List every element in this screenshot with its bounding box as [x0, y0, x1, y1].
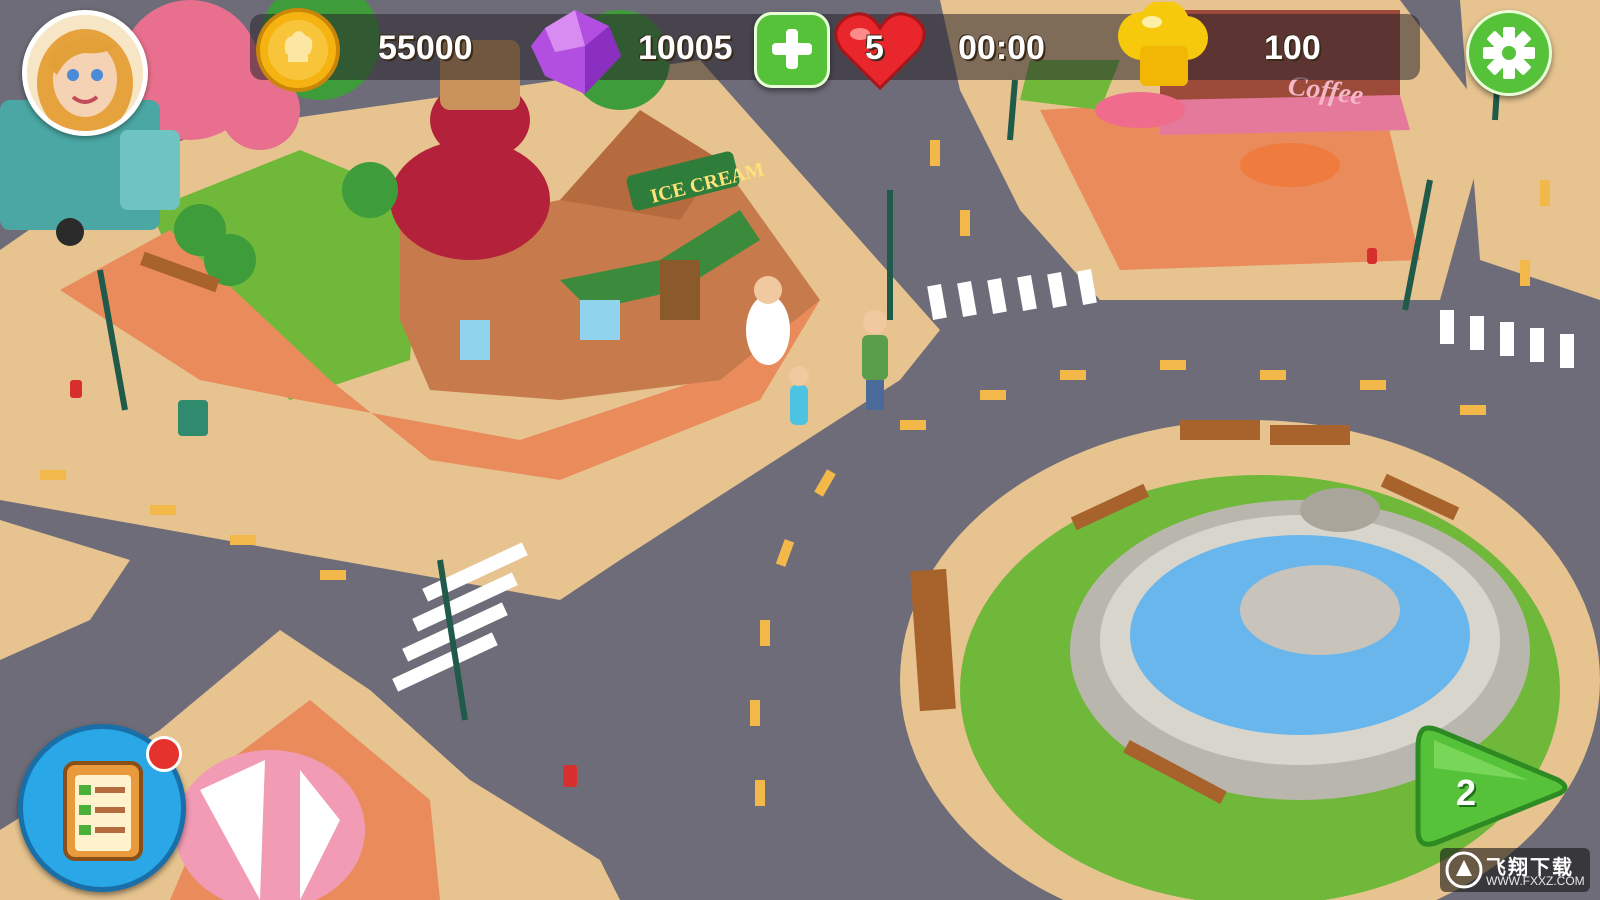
play-level-button[interactable]: 2: [1408, 718, 1578, 858]
town-map: ICE CREAM Coffee: [0, 0, 1600, 900]
lives-timer: 00:00: [958, 29, 1045, 67]
fountain-top: [1300, 488, 1380, 532]
fountain-tier: [1240, 565, 1400, 655]
chef-hat-icon: [1112, 0, 1212, 92]
gear-icon: [1483, 27, 1535, 79]
notification-dot: [146, 736, 182, 772]
settings-button[interactable]: [1466, 10, 1552, 96]
add-gems-button[interactable]: [754, 12, 830, 88]
chef-hat-count: 100: [1264, 29, 1321, 67]
gem-icon: [525, 6, 625, 96]
trash-bin: [178, 400, 208, 436]
play-arrow-icon: [1415, 725, 1568, 847]
watermark: 飞翔下载 WWW.FXXZ.COM: [1440, 848, 1590, 892]
gem-count: 10005: [638, 29, 733, 67]
plus-icon: [772, 29, 812, 69]
level-number: 2: [1456, 772, 1477, 813]
watermark-logo-icon: [1445, 851, 1483, 889]
player-avatar[interactable]: [22, 10, 148, 136]
coin-icon: [252, 8, 344, 92]
avatar-portrait: [27, 15, 143, 131]
watermark-url: WWW.FXXZ.COM: [1486, 874, 1585, 888]
coin-count: 55000: [378, 29, 473, 67]
lives-count: 5: [865, 29, 884, 67]
